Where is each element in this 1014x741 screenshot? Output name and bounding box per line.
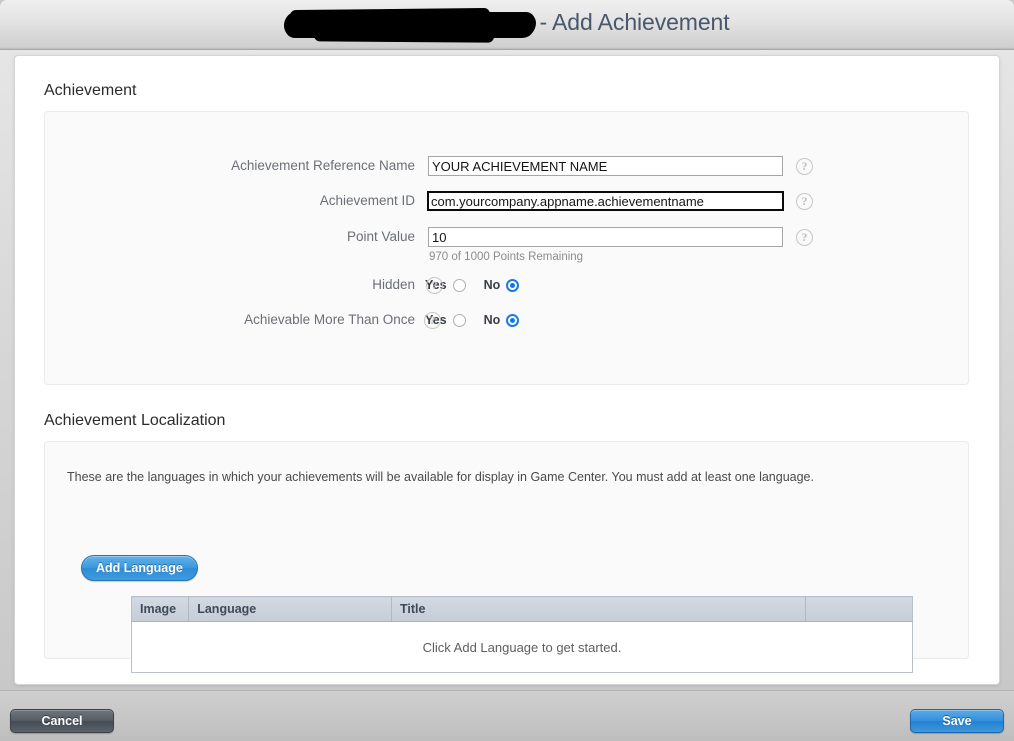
field-row-achievement-id: Achievement ID ? <box>45 191 813 211</box>
redaction-mark <box>284 12 537 37</box>
column-header-title[interactable]: Title <box>391 596 806 622</box>
table-empty-row: Click Add Language to get started. <box>131 621 913 673</box>
footer-bar: Cancel Save <box>0 690 1014 741</box>
radio-achievable-no[interactable]: No <box>484 313 520 327</box>
point-value-input[interactable] <box>428 227 783 247</box>
window-titlebar: - Add Achievement <box>0 0 1014 50</box>
help-icon-reference-name[interactable]: ? <box>796 157 813 175</box>
radio-group-achievable-more-than-once: Yes No <box>425 313 537 327</box>
label-achievable-more-than-once: Achievable More Than Once <box>244 312 415 327</box>
radio-hidden-no[interactable]: No <box>484 278 520 292</box>
column-header-actions[interactable] <box>805 596 913 622</box>
cancel-button[interactable]: Cancel <box>10 709 114 733</box>
label-hidden: Hidden <box>372 277 415 292</box>
achievement-panel: Achievement Reference Name ? Achievement… <box>44 111 969 385</box>
label-achievement-reference-name: Achievement Reference Name <box>231 158 415 173</box>
label-achievement-id: Achievement ID <box>319 193 415 208</box>
localization-panel: These are the languages in which your ac… <box>44 441 969 673</box>
radio-achievable-yes-dot[interactable] <box>452 313 466 327</box>
save-button[interactable]: Save <box>910 709 1004 733</box>
column-header-language[interactable]: Language <box>188 596 392 622</box>
field-row-achievement-reference-name: Achievement Reference Name ? <box>45 156 813 176</box>
localization-description: These are the languages in which your ac… <box>67 470 814 484</box>
radio-hidden-no-dot[interactable] <box>506 278 520 292</box>
localization-section-heading: Achievement Localization <box>44 412 226 429</box>
help-icon-achievement-id[interactable]: ? <box>796 192 813 210</box>
table-empty-message: Click Add Language to get started. <box>131 621 913 673</box>
label-point-value: Point Value <box>346 229 415 244</box>
field-row-achievable-more-than-once: Achievable More Than Once Yes No ? <box>45 310 527 330</box>
achievement-id-input[interactable] <box>427 191 784 211</box>
help-icon-hidden[interactable]: ? <box>426 276 443 294</box>
form-sheet: Achievement Achievement Reference Name ?… <box>14 55 1000 685</box>
points-remaining-hint: 970 of 1000 Points Remaining <box>429 251 584 263</box>
help-icon-achievable-more-than-once[interactable]: ? <box>424 311 441 329</box>
add-language-button[interactable]: Add Language <box>81 555 198 581</box>
window-title-text: - Add Achievement <box>539 9 730 35</box>
radio-hidden-no-label: No <box>483 278 501 292</box>
radio-hidden-yes-dot[interactable] <box>452 278 466 292</box>
radio-achievable-no-dot[interactable] <box>506 313 520 327</box>
field-row-point-value: Point Value ? <box>45 227 813 247</box>
achievement-section-heading: Achievement <box>44 82 137 99</box>
table-header-row: Image Language Title <box>131 596 913 622</box>
field-row-hidden: Hidden Yes No ? <box>45 275 527 295</box>
window-title: - Add Achievement <box>284 9 730 37</box>
localization-table: Image Language Title Click Add Language … <box>131 596 913 673</box>
radio-achievable-no-label: No <box>483 313 501 327</box>
add-achievement-window: - Add Achievement Achievement Achievemen… <box>0 0 1014 741</box>
column-header-image[interactable]: Image <box>131 596 190 622</box>
help-icon-point-value[interactable]: ? <box>796 228 813 246</box>
achievement-reference-name-input[interactable] <box>428 156 783 176</box>
